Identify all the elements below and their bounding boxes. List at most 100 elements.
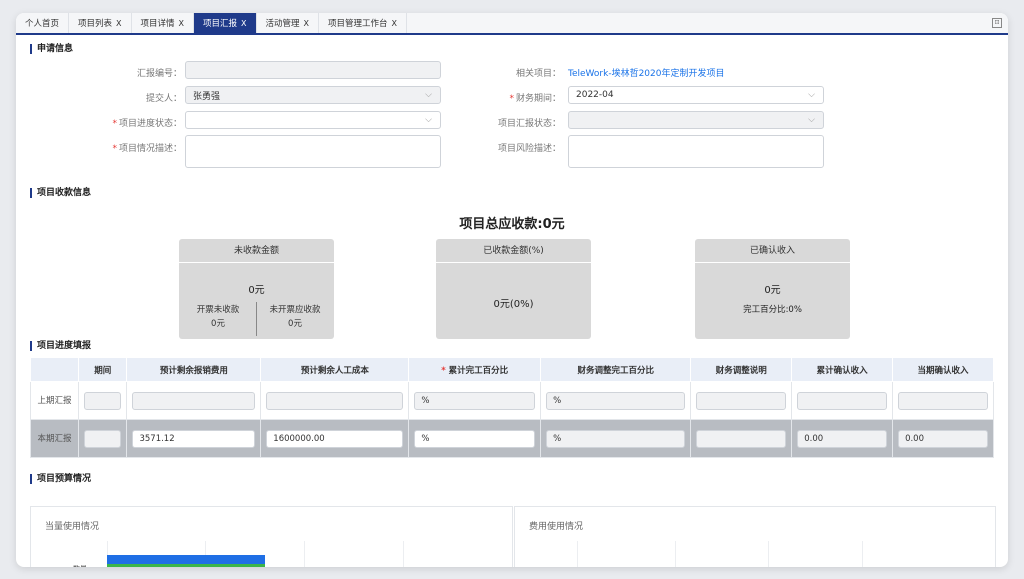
- close-icon[interactable]: X: [116, 19, 121, 28]
- related-project-link[interactable]: TeleWork-埃林哲2020年定制开发项目: [568, 66, 725, 79]
- section-title-apply: 申请信息: [30, 44, 73, 54]
- finance-period-value: 2022-04: [576, 90, 614, 100]
- receivable-total: 项目总应收款:0元: [459, 217, 565, 232]
- invoiced-unreceived-label: 开票未收款: [196, 305, 240, 315]
- labor-cost-field[interactable]: 1600000.00: [266, 429, 404, 448]
- completion-field[interactable]: %: [414, 391, 536, 410]
- chevron-down-icon: ⌵: [808, 115, 815, 125]
- submitter-value: 张勇强: [193, 91, 221, 102]
- finance-adjust-field[interactable]: %: [546, 391, 686, 410]
- row-label: 本期汇报: [30, 419, 79, 458]
- close-icon[interactable]: X: [241, 19, 246, 28]
- card-value: 0元: [248, 285, 265, 296]
- table-header-row: 期间 预计剩余报销费用 预计剩余人工成本 * 累计完工百分比 财务调整完工百分比…: [30, 357, 994, 382]
- confirmed-income-card: 已确认收入 0元 完工百分比:0%: [695, 239, 850, 339]
- report-no-label: 汇报编号：: [136, 69, 182, 79]
- card-divider: [256, 302, 257, 336]
- column-header: 累计确认收入: [791, 357, 894, 382]
- tab-project-list[interactable]: 项目列表 X: [69, 13, 132, 33]
- close-icon[interactable]: X: [179, 19, 184, 28]
- current-income-field[interactable]: 0.00: [898, 429, 988, 448]
- tab-project-workbench[interactable]: 项目管理工作台 X: [319, 13, 408, 33]
- period-field[interactable]: [84, 391, 122, 410]
- tab-personal-home[interactable]: 个人首页: [16, 13, 70, 33]
- table-cell: [77, 381, 128, 420]
- close-icon[interactable]: X: [392, 19, 397, 28]
- tab-label: 个人首页: [25, 19, 60, 29]
- column-header: 预计剩余报销费用: [126, 357, 262, 382]
- tab-project-report[interactable]: 项目汇报 X: [194, 13, 257, 33]
- finance-adjust-field[interactable]: %: [546, 429, 686, 448]
- tab-project-detail[interactable]: 项目详情 X: [132, 13, 195, 33]
- tab-label: 项目汇报: [203, 19, 238, 29]
- required-mark: *: [441, 365, 446, 376]
- table-cell: 3571.12: [126, 419, 262, 458]
- column-header: 预计剩余人工成本: [260, 357, 410, 382]
- column-label: 累计完工百分比: [448, 365, 509, 376]
- chevron-down-icon: ⌵: [425, 115, 432, 125]
- table-cell: [690, 419, 793, 458]
- section-title-budget: 项目预算情况: [30, 474, 91, 484]
- card-header: 已收款金额(%): [436, 239, 591, 263]
- panel-title: 费用使用情况: [529, 522, 584, 532]
- column-header: 期间: [77, 357, 128, 382]
- label-text: 财务期间：: [515, 94, 561, 104]
- reimburse-field[interactable]: 3571.12: [132, 429, 256, 448]
- table-cell: [260, 381, 410, 420]
- chevron-down-icon: ⌵: [808, 90, 815, 100]
- table-cell: [126, 381, 262, 420]
- situation-label: * 项目情况描述：: [62, 141, 182, 154]
- tab-label: 活动管理: [265, 19, 300, 29]
- risk-textarea[interactable]: [568, 135, 824, 168]
- progress-status-select[interactable]: ⌵: [185, 111, 441, 129]
- row-label: 上期汇报: [30, 381, 79, 420]
- situation-textarea[interactable]: [185, 135, 441, 168]
- table-row-current: 本期汇报 3571.12 1600000.00 % % 0.00 0.00: [30, 419, 994, 458]
- table-cell: %: [408, 419, 542, 458]
- adjust-note-field[interactable]: [696, 429, 787, 448]
- card-value: 0元(0%): [493, 299, 534, 310]
- table-cell: [690, 381, 793, 420]
- completion-percent: 完工百分比:0%: [743, 305, 802, 315]
- submitter-select[interactable]: 张勇强 ⌵: [185, 86, 441, 104]
- close-icon[interactable]: X: [304, 19, 309, 28]
- column-header: 财务调整完工百分比: [540, 357, 692, 382]
- expand-tabs-icon[interactable]: ⊡: [992, 18, 1002, 28]
- required-mark: *: [112, 119, 117, 129]
- table-row-previous: 上期汇报 % %: [30, 381, 994, 420]
- labor-cost-field[interactable]: [266, 391, 404, 410]
- related-project-label: 相关项目：: [515, 69, 561, 79]
- label-text: 项目情况描述：: [118, 144, 182, 154]
- grid-line: [675, 541, 676, 567]
- report-no-field[interactable]: [185, 61, 441, 79]
- card-header: 未收款金额: [179, 239, 334, 263]
- cumulative-income-field[interactable]: [797, 391, 888, 410]
- adjust-note-field[interactable]: [696, 391, 787, 410]
- tab-label: 项目列表: [78, 19, 113, 29]
- table-cell: 0.00: [791, 419, 894, 458]
- submitter-label: 提交人：: [145, 94, 182, 104]
- progress-status-label: * 项目进度状态：: [62, 116, 182, 129]
- table-cell: 1600000.00: [260, 419, 410, 458]
- required-mark: *: [112, 144, 117, 154]
- report-status-select[interactable]: ⌵: [568, 111, 824, 129]
- axis-label: 数量: [73, 564, 87, 567]
- invoiced-unreceived-value: 0元: [211, 319, 225, 329]
- progress-table: 期间 预计剩余报销费用 预计剩余人工成本 * 累计完工百分比 财务调整完工百分比…: [30, 357, 994, 458]
- finance-period-select[interactable]: 2022-04 ⌵: [568, 86, 824, 104]
- uninvoiced-receivable-label: 未开票应收款: [269, 305, 321, 315]
- column-header: 财务调整说明: [690, 357, 793, 382]
- current-income-field[interactable]: [898, 391, 988, 410]
- label-text: 项目进度状态：: [118, 119, 182, 129]
- reimburse-field[interactable]: [132, 391, 256, 410]
- period-field[interactable]: [84, 429, 122, 448]
- cumulative-income-field[interactable]: 0.00: [797, 429, 888, 448]
- card-value: 0元: [764, 285, 781, 296]
- row-header-column: [30, 357, 79, 382]
- tab-activity-management[interactable]: 活动管理 X: [257, 13, 320, 33]
- received-card: 已收款金额(%) 0元(0%): [436, 239, 591, 339]
- table-cell: %: [408, 381, 542, 420]
- completion-field[interactable]: %: [414, 429, 536, 448]
- chevron-down-icon: ⌵: [425, 90, 432, 100]
- grid-line: [577, 541, 578, 567]
